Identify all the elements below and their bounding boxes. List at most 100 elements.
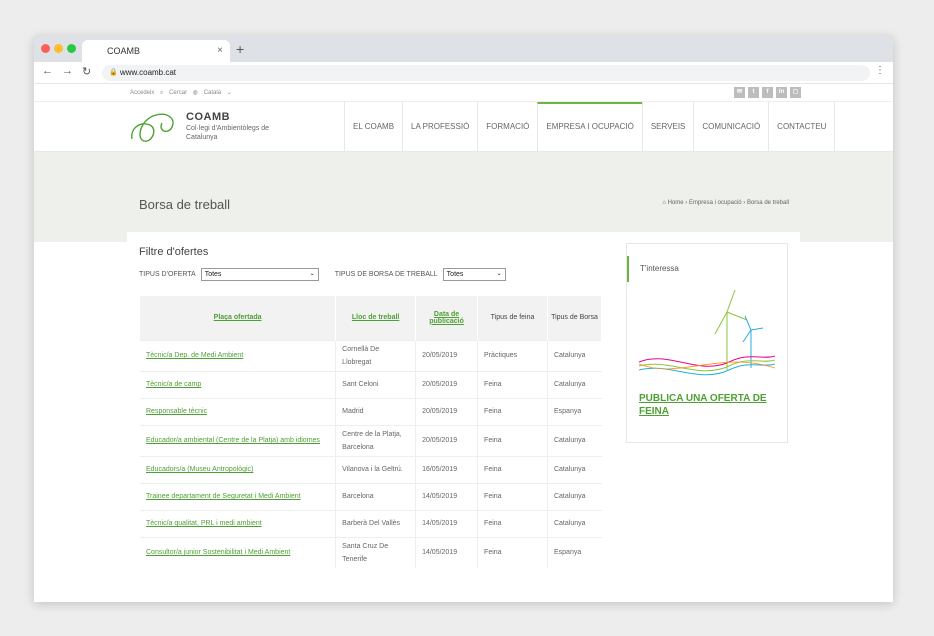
forward-icon[interactable]: → [62, 65, 73, 77]
col-header-job-type: Tipus de feina [477, 296, 548, 340]
job-date: 20/05/2019 [415, 424, 479, 456]
language-select[interactable]: Català [204, 90, 221, 96]
job-type: Feina [477, 397, 548, 425]
lock-icon: 🔒 [109, 69, 118, 76]
table-row: Tècnic/a qualitat, PRL i medi ambient Bar… [140, 509, 602, 537]
browser-tab[interactable]: COAMB × [82, 40, 230, 62]
sidebar-heading: T'interessa [627, 256, 787, 282]
job-location: Sant Celoni [335, 370, 417, 398]
offer-type-select[interactable]: Totes ⌄ [200, 268, 319, 281]
nav-item-el-coamb[interactable]: El COAMB [344, 102, 402, 152]
table-row: Tècnic/a de camp Sant Celoni 20/05/2019 Fei… [140, 370, 602, 398]
nav-item-la-professio[interactable]: La professió [402, 102, 477, 152]
job-title-link[interactable]: Trainee departament de Seguretat i Medi … [140, 482, 337, 510]
job-type: Feina [477, 424, 548, 456]
job-location: Madrid [335, 397, 417, 425]
tab-title: COAMB [107, 46, 141, 56]
browser-window: COAMB × + ← → ↻ 🔒 www.coamb.cat ⋮ Accede… [34, 36, 893, 602]
table-row: Responsable tècnic Madrid 20/05/2019 Feina E… [140, 397, 602, 425]
job-title-link[interactable]: Educadors/a (Museu Antropològic) [140, 455, 337, 483]
job-location: Barcelona [335, 482, 417, 510]
job-location: Centre de la Platja, Barcelona [335, 424, 417, 456]
search-icon[interactable]: ⌕ [160, 90, 163, 96]
site-header: COAMB Col·legi d'Ambientòlegs de Catalun… [34, 102, 893, 152]
table-row: Consultor/a junior Sostenibilitat i Medi… [140, 536, 602, 568]
offer-type-label: TIPUS D'OFERTA [139, 271, 196, 278]
job-board: Espanya [547, 397, 602, 425]
job-location: Barberà Del Vallès [335, 509, 417, 537]
col-header-position[interactable]: Plaça ofertada [140, 296, 337, 340]
email-icon[interactable]: ✉ [734, 87, 745, 98]
job-board: Catalunya [547, 455, 602, 483]
social-links: ✉ t f in ◻ [734, 87, 801, 98]
nav-item-serveis[interactable]: Serveis [641, 102, 694, 152]
job-date: 14/05/2019 [415, 509, 479, 537]
logo-title: COAMB [186, 111, 231, 123]
twitter-icon[interactable]: t [748, 87, 759, 98]
filters-row: TIPUS D'OFERTA Totes ⌄ TIPUS DE BORSA DE… [139, 268, 522, 281]
table-row: Educador/a ambiental (Centre de la Platj… [140, 424, 602, 456]
job-type: Feina [477, 482, 548, 510]
logo-mark-icon [131, 113, 174, 142]
back-icon[interactable]: ← [42, 65, 53, 77]
nav-item-formacio[interactable]: Formació [477, 102, 537, 152]
job-date: 14/05/2019 [415, 536, 479, 568]
job-title-link[interactable]: Consultor/a junior Sostenibilitat i Medi… [140, 536, 337, 568]
board-type-select[interactable]: Totes ⌄ [442, 268, 506, 281]
table-row: Educadors/a (Museu Antropològic) Vilanova… [140, 455, 602, 483]
maximize-window-button[interactable] [67, 44, 76, 53]
reload-icon[interactable]: ↻ [82, 65, 91, 78]
tab-close-icon[interactable]: × [217, 40, 223, 62]
job-location: Santa Cruz De Tenerife [335, 536, 417, 568]
close-window-button[interactable] [41, 44, 50, 53]
job-date: 20/05/2019 [415, 339, 479, 371]
utility-bar: Accedeix ⌕ Cercar ◍ Català ⌄ ✉ t f in ◻ [34, 84, 893, 102]
job-date: 16/05/2019 [415, 455, 479, 483]
table-row: Trainee departament de Seguretat i Medi … [140, 482, 602, 510]
logo[interactable]: COAMB Col·legi d'Ambientòlegs de Catalun… [128, 109, 269, 150]
board-type-label: TIPUS DE BORSA DE TREBALL [334, 271, 438, 278]
url-field[interactable]: 🔒 www.coamb.cat [102, 65, 870, 81]
job-type: Feina [477, 455, 548, 483]
facebook-icon[interactable]: f [762, 87, 773, 98]
nav-item-comunicacio[interactable]: Comunicació [693, 102, 768, 152]
breadcrumb: ⌂ Home › Empresa i ocupació › Borsa de t… [662, 200, 789, 206]
nav-item-contacteu[interactable]: Contacteu [768, 102, 836, 152]
job-board: Catalunya [547, 339, 602, 371]
nav-item-empresa-i-ocupacio[interactable]: Empresa i ocupació [537, 102, 642, 152]
publish-offer-link[interactable]: PUBLICA UNA OFERTA DE FEINA [639, 392, 779, 418]
tab-strip: COAMB × + [34, 36, 893, 62]
col-header-location[interactable]: Lloc de treball [335, 296, 417, 340]
search-link[interactable]: Cercar [169, 90, 187, 96]
job-title-link[interactable]: Tècnic/a Dep. de Medi Ambient [140, 339, 337, 371]
chevron-down-icon: ⌄ [309, 271, 315, 277]
job-type: Feina [477, 370, 548, 398]
sidebar-card: T'interessa PUBLICA UNA OFERTA DE FEINA [626, 243, 788, 443]
new-tab-button[interactable]: + [236, 40, 244, 58]
job-title-link[interactable]: Responsable tècnic [140, 397, 337, 425]
address-bar: ← → ↻ 🔒 www.coamb.cat ⋮ [34, 62, 893, 84]
job-type: Feina [477, 509, 548, 537]
instagram-icon[interactable]: ◻ [790, 87, 801, 98]
minimize-window-button[interactable] [54, 44, 63, 53]
filter-title: Filtre d'ofertes [139, 246, 209, 258]
accessibility-link[interactable]: Accedeix [130, 90, 154, 96]
job-type: Feina [477, 536, 548, 568]
table-header-row: Plaça ofertada Lloc de treball Data de p… [140, 296, 603, 340]
job-date: 14/05/2019 [415, 482, 479, 510]
breadcrumb-text[interactable]: Home › Empresa i ocupació › Borsa de tre… [668, 200, 789, 206]
col-header-date[interactable]: Data de publicació [415, 296, 479, 340]
menu-icon[interactable]: ⋮ [875, 65, 885, 76]
job-board: Espanya [547, 536, 602, 568]
job-title-link[interactable]: Educador/a ambiental (Centre de la Platj… [140, 424, 337, 456]
job-title-link[interactable]: Tècnic/a qualitat, PRL i medi ambient [140, 509, 337, 537]
page-hero: Borsa de treball ⌂ Home › Empresa i ocup… [34, 152, 893, 242]
board-type-value: Totes [446, 271, 464, 278]
chevron-down-icon: ⌄ [226, 90, 232, 96]
table-row: Tècnic/a Dep. de Medi Ambient Cornellà De… [140, 339, 602, 371]
job-title-link[interactable]: Tècnic/a de camp [140, 370, 337, 398]
job-location: Vilanova i la Geltrú. [335, 455, 417, 483]
linkedin-icon[interactable]: in [776, 87, 787, 98]
offer-type-value: Totes [204, 271, 222, 278]
col-header-board-type: Tipus de Borsa [547, 296, 603, 340]
